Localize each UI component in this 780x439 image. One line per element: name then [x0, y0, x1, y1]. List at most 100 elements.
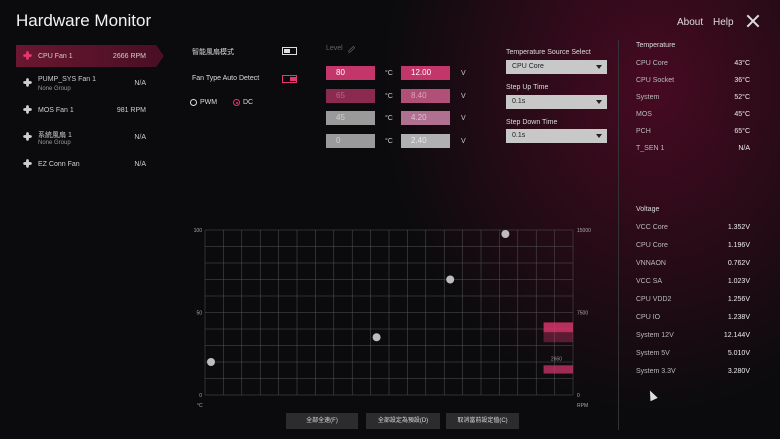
- rpm-history-bar: [543, 332, 573, 343]
- fan-icon: [23, 132, 32, 141]
- fan-icon: [23, 159, 32, 168]
- level-temp-input[interactable]: 45: [326, 111, 375, 125]
- temp-source-label: Temperature Source Select: [506, 49, 591, 56]
- chevron-down-icon: [596, 100, 602, 104]
- rpm-readout: 2660: [551, 356, 562, 362]
- pwm-radio[interactable]: [190, 99, 197, 106]
- voltage-row-name: System 5V: [636, 350, 670, 357]
- voltage-row-name: System 12V: [636, 332, 674, 339]
- voltage-row-name: System 3.3V: [636, 368, 676, 375]
- voltage-row-value: 1.023V: [727, 278, 750, 285]
- voltage-row-name: VCC Core: [636, 224, 668, 231]
- step-down-label: Step Down Time: [506, 119, 558, 126]
- y-axis-right-tick: 0: [577, 393, 580, 399]
- fan-rpm: N/A: [134, 80, 146, 87]
- x-axis-unit: °C: [197, 403, 203, 409]
- set-default-button[interactable]: 全部設定為預設(D): [366, 413, 440, 429]
- dc-radio[interactable]: [233, 99, 240, 106]
- mouse-cursor: [646, 388, 658, 402]
- temp-source-value: CPU Core: [512, 63, 544, 70]
- fan-rpm: 981 RPM: [116, 107, 146, 114]
- dc-label: DC: [243, 99, 254, 106]
- curve-point[interactable]: [207, 358, 215, 366]
- step-up-label: Step Up Time: [506, 84, 549, 91]
- fan-list-item[interactable]: 系統風扇 1 None Group N/A: [16, 126, 156, 148]
- y-axis-right-unit: RPM: [577, 403, 588, 409]
- y-axis-left-tick: 100: [194, 228, 203, 234]
- voltage-title: Voltage: [636, 206, 660, 213]
- voltage-unit: V: [461, 70, 466, 77]
- voltage-row-value: 3.280V: [727, 368, 750, 375]
- fan-type-auto-detect-label: Fan Type Auto Detect: [192, 75, 260, 82]
- voltage-row-name: VCC SA: [636, 278, 663, 285]
- temp-unit: °C: [385, 93, 393, 100]
- voltage-row-value: 0.762V: [727, 260, 750, 267]
- temperature-row-name: T_SEN 1: [636, 145, 665, 152]
- temp-unit: °C: [385, 115, 393, 122]
- panel-divider: [618, 40, 619, 430]
- fan-curve-chart[interactable]: 100 50 0 15000 7500 0 °C RPM 2660: [185, 222, 595, 412]
- voltage-row-name: CPU VDD2: [636, 296, 672, 303]
- level-temp-input[interactable]: 80: [326, 66, 375, 80]
- curve-point[interactable]: [372, 333, 381, 342]
- voltage-row-value: 12.144V: [723, 332, 750, 339]
- level-voltage-input[interactable]: 12.00: [401, 66, 450, 80]
- voltage-row-value: 1.238V: [727, 314, 750, 321]
- fan-rpm: N/A: [134, 134, 146, 141]
- y-axis-left-tick: 0: [199, 393, 202, 399]
- curve-point[interactable]: [501, 230, 510, 238]
- step-up-value: 0.1s: [512, 98, 526, 105]
- help-link[interactable]: Help: [713, 17, 734, 28]
- voltage-unit: V: [461, 138, 466, 145]
- level-temp-input[interactable]: 65: [326, 89, 375, 103]
- fan-name: MOS Fan 1: [38, 107, 74, 114]
- temperature-row-name: MOS: [636, 111, 652, 118]
- pwm-label: PWM: [200, 99, 218, 106]
- fan-rpm: N/A: [134, 161, 146, 168]
- edit-icon[interactable]: [347, 45, 356, 54]
- step-down-value: 0.1s: [512, 132, 526, 139]
- fan-name: CPU Fan 1: [38, 53, 73, 60]
- temp-source-select[interactable]: CPU Core: [506, 60, 607, 74]
- voltage-row-value: 5.010V: [727, 350, 750, 357]
- chevron-down-icon: [596, 134, 602, 138]
- smart-fan-mode-label: 智能風扇模式: [192, 49, 234, 56]
- fan-list-item[interactable]: EZ Conn Fan N/A: [16, 153, 156, 175]
- voltage-row-value: 1.352V: [727, 224, 750, 231]
- temperature-row-value: 43°C: [734, 60, 750, 67]
- level-temp-input[interactable]: 0: [326, 134, 375, 148]
- voltage-unit: V: [461, 115, 466, 122]
- voltage-row-value: 1.256V: [727, 296, 750, 303]
- fan-name: 系統風扇 1: [38, 132, 72, 139]
- step-down-select[interactable]: 0.1s: [506, 129, 607, 143]
- temperature-row-value: 45°C: [734, 111, 750, 118]
- rpm-history-bar: [543, 365, 573, 374]
- level-voltage-input[interactable]: 8.40: [401, 89, 450, 103]
- close-icon[interactable]: [746, 14, 760, 28]
- fan-list-item[interactable]: PUMP_SYS Fan 1 None Group N/A: [16, 72, 156, 94]
- curve-point[interactable]: [446, 275, 455, 284]
- temperature-row-value: 36°C: [734, 77, 750, 84]
- fan-group: None Group: [38, 86, 71, 92]
- level-voltage-input[interactable]: 2.40: [401, 134, 450, 148]
- fan-type-auto-detect-toggle[interactable]: [282, 75, 297, 83]
- smart-fan-mode-toggle[interactable]: [282, 47, 297, 55]
- fan-list-item[interactable]: CPU Fan 1 2666 RPM: [16, 45, 164, 67]
- fan-name: EZ Conn Fan: [38, 161, 80, 168]
- fan-icon: [23, 78, 32, 87]
- temperature-row-name: PCH: [636, 128, 651, 135]
- chevron-down-icon: [596, 65, 602, 69]
- level-voltage-input[interactable]: 4.20: [401, 111, 450, 125]
- temp-unit: °C: [385, 138, 393, 145]
- voltage-row-value: 1.196V: [727, 242, 750, 249]
- fan-list-item[interactable]: MOS Fan 1 981 RPM: [16, 99, 156, 121]
- full-speed-button[interactable]: 全部全速(F): [286, 413, 358, 429]
- cancel-settings-button[interactable]: 取消當前設定值(C): [446, 413, 519, 429]
- about-link[interactable]: About: [677, 17, 703, 28]
- temperature-row-value: N/A: [738, 145, 750, 152]
- temperature-row-name: CPU Socket: [636, 77, 675, 84]
- temperature-row-value: 52°C: [734, 94, 750, 101]
- rpm-history-bar: [543, 322, 573, 333]
- step-up-select[interactable]: 0.1s: [506, 95, 607, 109]
- temperature-title: Temperature: [636, 42, 676, 49]
